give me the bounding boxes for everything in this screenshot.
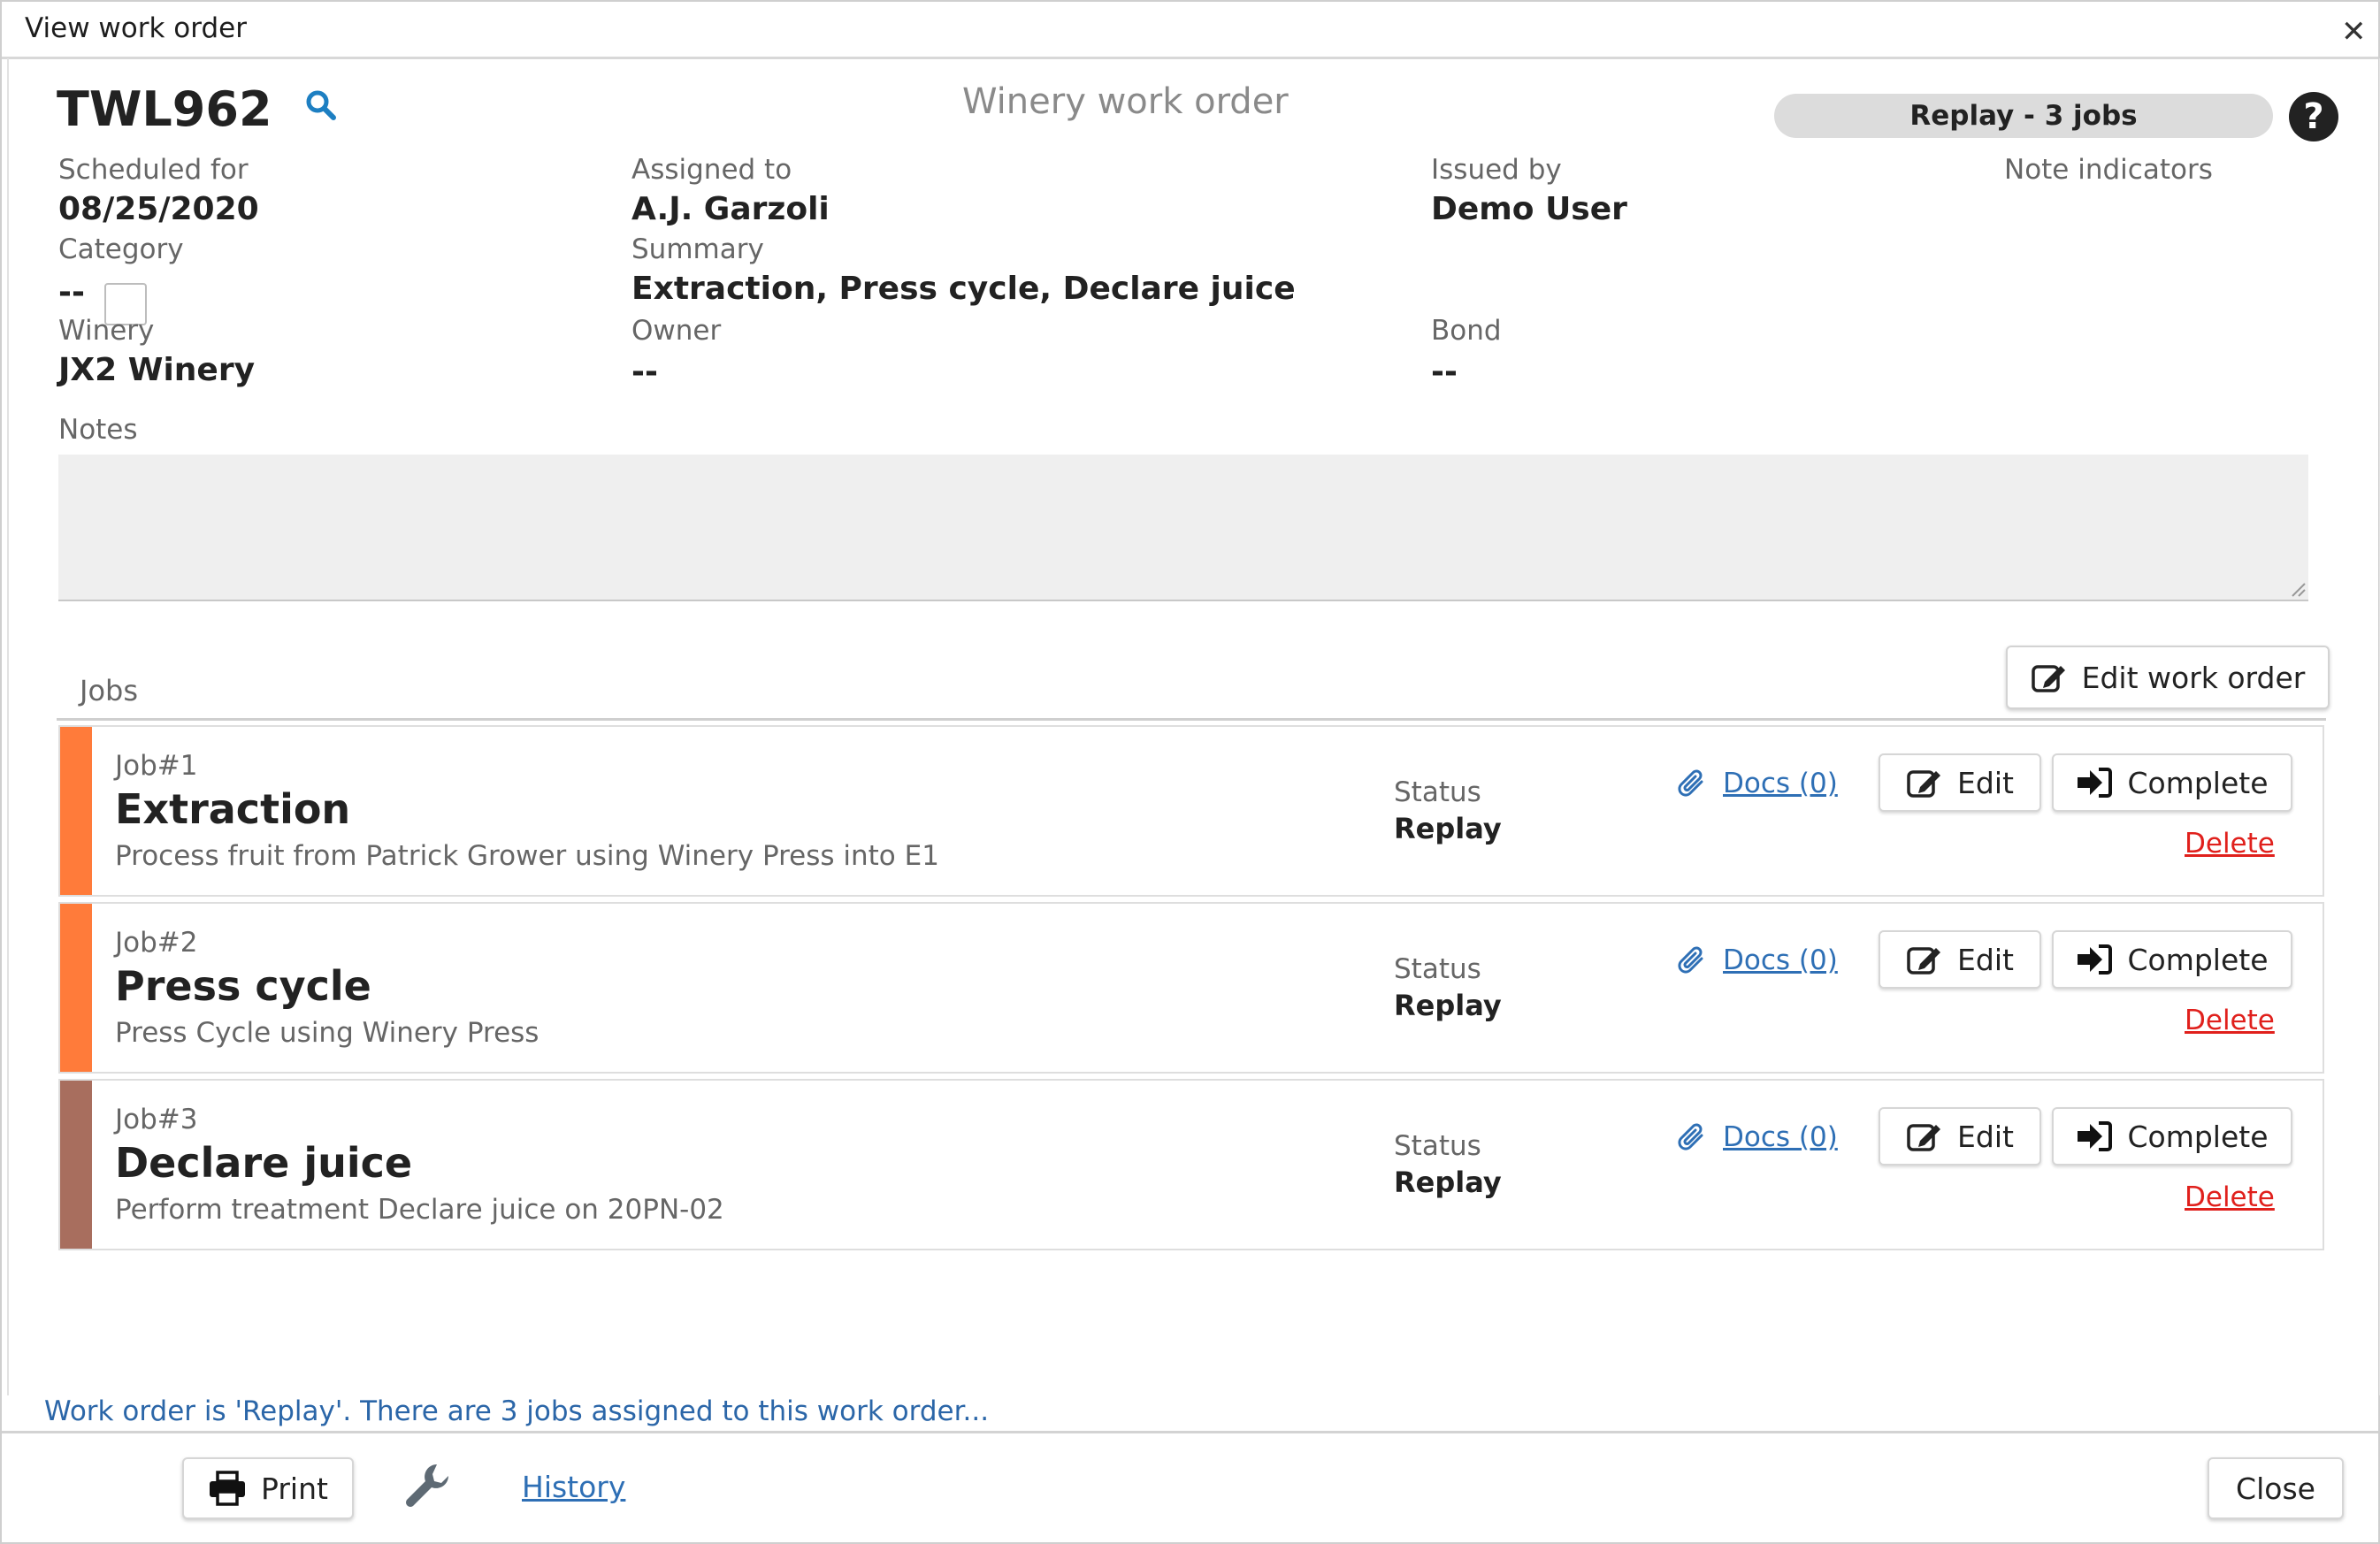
print-label: Print <box>261 1471 328 1506</box>
edit-icon <box>1907 1124 1941 1151</box>
edit-work-order-label: Edit work order <box>2081 660 2306 695</box>
footer-status-message: Work order is 'Replay'. There are 3 jobs… <box>44 1395 990 1427</box>
note-indicators-label: Note indicators <box>2004 154 2213 186</box>
job-number: Job#2 <box>115 927 198 959</box>
job-name: Declare juice <box>115 1139 413 1187</box>
job-delete-link[interactable]: Delete <box>2185 1181 2275 1213</box>
job-complete-label: Complete <box>2127 1119 2269 1154</box>
footer-divider <box>2 1431 2378 1433</box>
view-work-order-dialog: View work order ✕ TWL962 Winery work ord… <box>0 0 2380 1544</box>
summary-value: Extraction, Press cycle, Declare juice <box>631 271 1296 307</box>
job-complete-label: Complete <box>2127 942 2269 977</box>
job-description: Perform treatment Declare juice on 20PN-… <box>115 1194 724 1226</box>
job-status-value: Replay <box>1394 1166 1502 1199</box>
scheduled-for-label: Scheduled for <box>58 154 249 186</box>
job-number: Job#3 <box>115 1104 198 1135</box>
job-name: Press cycle <box>115 962 371 1010</box>
job-color-bar <box>60 727 92 895</box>
job-delete-link[interactable]: Delete <box>2185 828 2275 860</box>
print-button[interactable]: Print <box>182 1457 354 1519</box>
job-number: Job#1 <box>115 750 198 782</box>
job-description: Press Cycle using Winery Press <box>115 1017 540 1049</box>
job-edit-button[interactable]: Edit <box>1879 930 2041 989</box>
job-name: Extraction <box>115 785 351 833</box>
search-icon[interactable] <box>304 88 338 122</box>
sign-in-arrow-icon <box>2078 768 2113 798</box>
status-badge: Replay - 3 jobs <box>1774 94 2273 138</box>
docs-link[interactable]: Docs (0) <box>1723 944 1838 976</box>
job-docs[interactable]: Docs (0) <box>1675 1120 1838 1155</box>
dialog-titlebar: View work order ✕ <box>2 2 2378 59</box>
job-status-label: Status <box>1394 953 1481 985</box>
job-description: Process fruit from Patrick Grower using … <box>115 840 939 872</box>
notes-label: Notes <box>58 414 138 446</box>
docs-link[interactable]: Docs (0) <box>1723 768 1838 799</box>
job-docs[interactable]: Docs (0) <box>1675 766 1838 801</box>
job-docs[interactable]: Docs (0) <box>1675 943 1838 978</box>
sign-in-arrow-icon <box>2078 1121 2113 1151</box>
job-status-label: Status <box>1394 1130 1481 1162</box>
job-status-value: Replay <box>1394 989 1502 1022</box>
paperclip-icon <box>1678 1123 1703 1150</box>
close-label: Close <box>2236 1471 2315 1506</box>
wrench-icon[interactable] <box>402 1461 451 1510</box>
job-edit-button[interactable]: Edit <box>1879 1107 2041 1166</box>
docs-link[interactable]: Docs (0) <box>1723 1121 1838 1153</box>
resize-grip-icon[interactable] <box>2291 582 2307 598</box>
scheduled-for-value: 08/25/2020 <box>58 191 259 227</box>
assigned-to-value: A.J. Garzoli <box>631 191 830 227</box>
owner-value: -- <box>631 354 658 390</box>
jobs-section-title: Jobs <box>80 674 138 707</box>
bond-value: -- <box>1431 354 1458 390</box>
summary-label: Summary <box>631 233 764 265</box>
issued-by-label: Issued by <box>1431 154 1562 186</box>
edit-icon <box>2031 665 2065 692</box>
issued-by-value: Demo User <box>1431 191 1627 227</box>
job-edit-button[interactable]: Edit <box>1879 753 2041 812</box>
job-card: Job#2 Press cycle Press Cycle using Wine… <box>58 902 2324 1074</box>
category-value: -- <box>58 274 85 310</box>
assigned-to-label: Assigned to <box>631 154 792 186</box>
job-edit-label: Edit <box>1957 942 2014 977</box>
sign-in-arrow-icon <box>2078 944 2113 975</box>
dialog-title: View work order <box>25 12 247 44</box>
job-complete-label: Complete <box>2127 765 2269 800</box>
edit-icon <box>1907 947 1941 975</box>
job-status-value: Replay <box>1394 812 1502 845</box>
jobs-divider <box>57 718 2326 721</box>
close-button[interactable]: Close <box>2208 1457 2344 1519</box>
job-complete-button[interactable]: Complete <box>2052 930 2292 989</box>
job-card: Job#1 Extraction Process fruit from Patr… <box>58 725 2324 897</box>
paperclip-icon <box>1678 946 1703 974</box>
close-icon[interactable]: ✕ <box>2341 14 2367 50</box>
edit-work-order-button[interactable]: Edit work order <box>2006 646 2330 709</box>
job-complete-button[interactable]: Complete <box>2052 1107 2292 1166</box>
work-order-number: TWL962 <box>57 81 272 137</box>
bond-label: Bond <box>1431 315 1502 347</box>
job-edit-label: Edit <box>1957 765 2014 800</box>
notes-textarea[interactable] <box>58 455 2308 601</box>
owner-label: Owner <box>631 315 722 347</box>
edit-icon <box>1907 770 1941 798</box>
work-order-type: Winery work order <box>962 81 1289 122</box>
job-edit-label: Edit <box>1957 1119 2014 1154</box>
job-delete-link[interactable]: Delete <box>2185 1005 2275 1036</box>
job-card: Job#3 Declare juice Perform treatment De… <box>58 1079 2324 1250</box>
winery-label: Winery <box>58 315 155 347</box>
job-status-label: Status <box>1394 776 1481 808</box>
winery-value: JX2 Winery <box>58 352 256 388</box>
job-complete-button[interactable]: Complete <box>2052 753 2292 812</box>
help-icon[interactable]: ? <box>2289 92 2338 141</box>
history-link[interactable]: History <box>522 1470 625 1504</box>
category-label: Category <box>58 233 184 265</box>
printer-icon <box>210 1471 246 1506</box>
job-color-bar <box>60 904 92 1072</box>
job-color-bar <box>60 1081 92 1249</box>
paperclip-icon <box>1678 769 1703 797</box>
